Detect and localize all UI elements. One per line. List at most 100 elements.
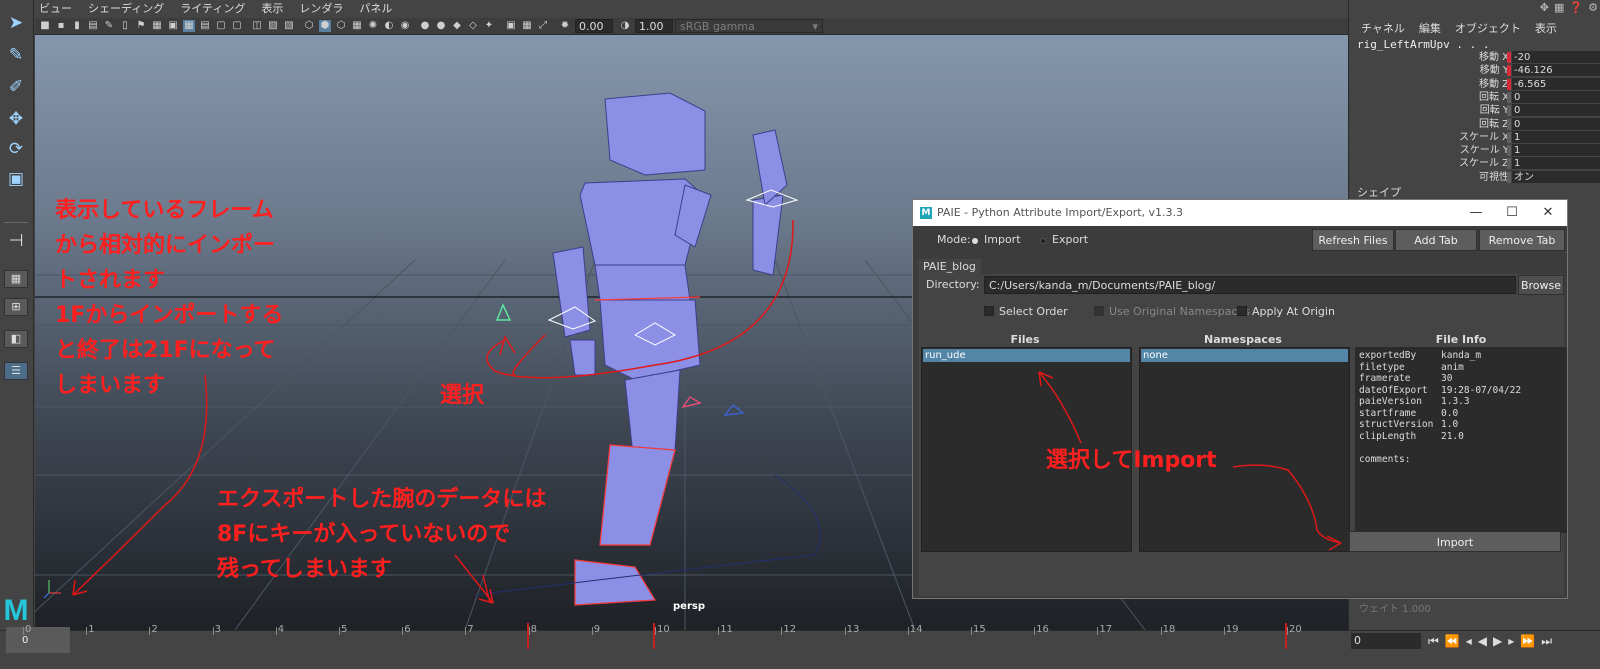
paint-select-tool-icon[interactable]: ✐ <box>4 76 28 98</box>
cb-menu-show[interactable]: 表示 <box>1535 20 1557 36</box>
remove-tab-button[interactable]: Remove Tab <box>1479 229 1565 251</box>
cb-menu-edit[interactable]: 編集 <box>1419 20 1441 36</box>
step-forward-key-icon[interactable]: ⏩ <box>1520 631 1535 651</box>
channel-value-field[interactable]: 0 <box>1512 90 1600 103</box>
expand-icon[interactable]: ⤢ <box>537 20 549 32</box>
two-d-pan-icon[interactable]: ▯ <box>119 20 131 32</box>
texture-icon[interactable]: ▦ <box>351 20 363 32</box>
select-order-checkbox[interactable] <box>984 306 994 316</box>
channel-row[interactable]: 移動 Y -46.126 <box>1349 64 1600 77</box>
isolate-icon[interactable]: ▣ <box>505 20 517 32</box>
grease-pencil-icon[interactable]: ✎ <box>103 20 115 32</box>
mode-import-label[interactable]: Import <box>984 233 1021 246</box>
grid-icon[interactable]: ▦ <box>183 20 195 32</box>
depth-of-field-icon[interactable]: ◆ <box>451 20 463 32</box>
shape-section-header[interactable]: シェイプ <box>1357 184 1401 200</box>
channel-row[interactable]: 移動 Z -6.565 <box>1349 77 1600 91</box>
cb-menu-channels[interactable]: チャネル <box>1361 20 1405 36</box>
cb-menu-object[interactable]: オブジェクト <box>1455 20 1521 36</box>
modeling-toolkit-icon[interactable]: ✥ <box>1540 1 1549 14</box>
film-gate-icon[interactable]: ⚑ <box>135 20 147 32</box>
play-backward-icon[interactable]: ◀ <box>1478 631 1487 651</box>
character-model[interactable] <box>552 92 788 606</box>
lasso-tool-icon[interactable]: ✎ <box>4 44 28 66</box>
camera-select-icon[interactable]: ■ <box>39 20 51 32</box>
hud-icon[interactable]: ▦ <box>521 20 533 32</box>
move-tool-icon[interactable]: ✥ <box>4 108 28 130</box>
channel-value-field[interactable]: 1 <box>1512 130 1600 143</box>
channel-value-field[interactable]: 1 <box>1512 157 1600 170</box>
bookmark-icon[interactable]: ▮ <box>71 20 83 32</box>
help-icon[interactable]: ❓ <box>1569 1 1583 14</box>
use-original-namespaces-checkbox[interactable] <box>1094 306 1104 316</box>
safe-title-icon[interactable]: ▢ <box>231 20 243 32</box>
channel-row[interactable]: 回転 Y0 <box>1349 104 1600 117</box>
camera-attributes-icon[interactable]: ▪ <box>55 20 67 32</box>
wireframe-icon[interactable]: ◫ <box>251 20 263 32</box>
play-forward-icon[interactable]: ▶ <box>1493 631 1502 651</box>
gate-mask-icon[interactable]: ▣ <box>167 20 179 32</box>
smooth-shade-icon[interactable]: ▨ <box>267 20 279 32</box>
select-tool-icon[interactable]: ➤ <box>4 12 28 34</box>
go-to-end-icon[interactable]: ⏭ <box>1541 631 1552 651</box>
exposure-icon[interactable]: ✹ <box>559 20 571 32</box>
snap-tool-icon[interactable]: ⊣ <box>4 230 28 252</box>
selected-node-name[interactable]: rig_LeftArmUpv . . . <box>1357 38 1489 51</box>
menu-lighting[interactable]: ライティング <box>180 0 245 18</box>
shadows-icon[interactable]: ◐ <box>383 20 395 32</box>
menu-view[interactable]: ビュー <box>39 0 72 18</box>
anti-aliasing-icon[interactable]: ● <box>435 20 447 32</box>
motion-blur-icon[interactable]: ● <box>419 20 431 32</box>
channel-row[interactable]: スケール X1 <box>1349 130 1600 144</box>
scale-tool-icon[interactable]: ▣ <box>4 168 28 190</box>
image-plane-icon[interactable]: ▤ <box>87 20 99 32</box>
channel-row[interactable]: 回転 X0 <box>1349 90 1600 104</box>
directory-field[interactable]: C:/Users/kanda_m/Documents/PAIE_blog/ <box>984 276 1516 294</box>
split-view-layout-icon[interactable]: ◧ <box>4 330 28 348</box>
lights-icon[interactable]: ✺ <box>367 20 379 32</box>
refresh-files-button[interactable]: Refresh Files <box>1312 229 1394 251</box>
textured-icon[interactable]: ▧ <box>283 20 295 32</box>
namespace-item-none[interactable]: none <box>1141 349 1348 362</box>
channel-value-field[interactable]: オン <box>1512 170 1600 183</box>
wireframe-on-shaded-icon[interactable]: ⬡ <box>303 20 315 32</box>
apply-at-origin-checkbox[interactable] <box>1237 306 1247 316</box>
four-view-layout-icon[interactable]: ⊞ <box>4 298 28 316</box>
mode-import-radio[interactable] <box>972 238 978 244</box>
menu-show[interactable]: 表示 <box>261 0 283 18</box>
browse-button[interactable]: Browse <box>1518 275 1564 295</box>
channel-value-field[interactable]: -6.565 <box>1512 77 1600 90</box>
import-button[interactable]: Import <box>1349 531 1561 552</box>
step-back-key-icon[interactable]: ⏪ <box>1445 631 1460 651</box>
channel-value-field[interactable]: 0 <box>1512 104 1600 117</box>
ik-pole-locator[interactable] <box>495 303 512 321</box>
channel-row[interactable]: スケール Z1 <box>1349 157 1600 170</box>
mode-export-label[interactable]: Export <box>1052 233 1088 246</box>
gamma-icon[interactable]: ◑ <box>619 20 631 32</box>
channel-row[interactable]: 可視性 オン <box>1349 170 1600 184</box>
channel-value-field[interactable]: -20 <box>1512 51 1600 63</box>
menu-shading[interactable]: シェーディング <box>88 0 164 18</box>
menu-renderer[interactable]: レンダラ <box>299 0 343 18</box>
safe-action-icon[interactable]: ▢ <box>215 20 227 32</box>
tab-paie-blog[interactable]: PAIE_blog <box>918 259 981 274</box>
close-icon[interactable]: ✕ <box>1533 200 1563 226</box>
attribute-editor-icon[interactable]: ▦ <box>1554 1 1564 14</box>
single-view-layout-icon[interactable]: ▦ <box>4 270 28 288</box>
channel-row[interactable]: 回転 Z0 <box>1349 117 1600 131</box>
field-chart-icon[interactable]: ▤ <box>199 20 211 32</box>
rotate-tool-icon[interactable]: ⟳ <box>4 138 28 160</box>
exposure-field[interactable]: 0.00 <box>575 19 613 33</box>
xray-joints-icon[interactable]: ✦ <box>483 20 495 32</box>
mode-export-radio[interactable] <box>1040 238 1046 244</box>
minimize-icon[interactable]: — <box>1461 200 1491 226</box>
outliner-layout-icon[interactable]: ☰ <box>4 362 28 380</box>
step-back-frame-icon[interactable]: ◂ <box>1466 631 1472 651</box>
ambient-occlusion-icon[interactable]: ◉ <box>399 20 411 32</box>
channel-row[interactable]: 移動 X -20 <box>1349 51 1600 64</box>
resolution-gate-icon[interactable]: ▦ <box>151 20 163 32</box>
isolate-select-icon[interactable]: ◇ <box>467 20 479 32</box>
channel-row[interactable]: スケール Y1 <box>1349 144 1600 157</box>
maximize-icon[interactable]: ☐ <box>1497 200 1527 226</box>
file-item-run-ude[interactable]: run_ude <box>923 349 1130 362</box>
